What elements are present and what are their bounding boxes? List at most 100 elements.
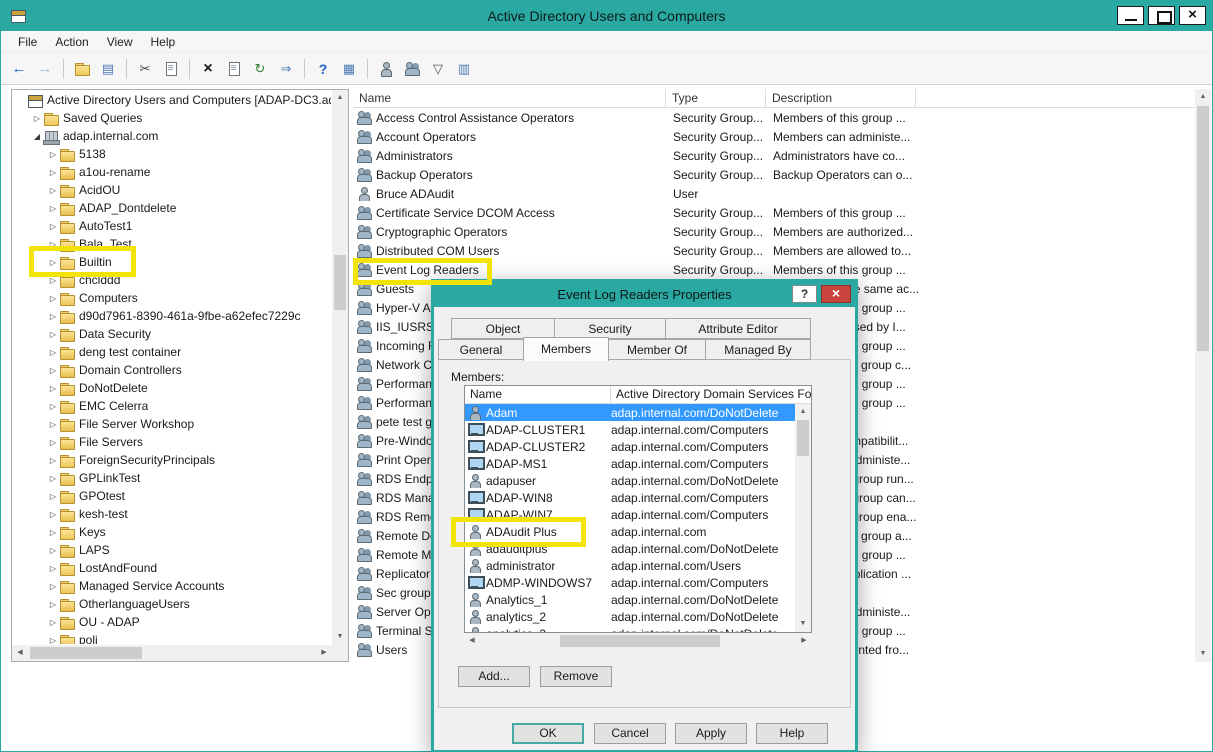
scroll-right-arrow[interactable]: ▶	[316, 645, 332, 661]
expander-icon[interactable]: ▷	[47, 204, 59, 213]
tree-item-otherlanguageusers[interactable]: ▷ OtherlanguageUsers	[13, 595, 331, 613]
expander-icon[interactable]: ▷	[47, 420, 59, 429]
expander-icon[interactable]: ▷	[47, 168, 59, 177]
expander-icon[interactable]: ▷	[47, 276, 59, 285]
expander-icon[interactable]: ▷	[47, 636, 59, 645]
tab-object[interactable]: Object	[451, 318, 555, 339]
tree-item-foreignsecurityprincipals[interactable]: ▷ ForeignSecurityPrincipals	[13, 451, 331, 469]
scroll-thumb[interactable]	[797, 420, 809, 456]
scroll-up-arrow[interactable]: ▲	[332, 90, 348, 106]
members-horizontal-scrollbar[interactable]: ◀ ▶	[464, 633, 812, 649]
tree-item-adap-dontdelete[interactable]: ▷ ADAP_Dontdelete	[13, 199, 331, 217]
tree-item-gplinktest[interactable]: ▷ GPLinkTest	[13, 469, 331, 487]
tree-item-builtin[interactable]: ▷ Builtin	[13, 253, 331, 271]
scroll-down-arrow[interactable]: ▼	[795, 616, 811, 632]
tree-item-saved-queries[interactable]: ▷ Saved Queries	[13, 109, 331, 127]
tab-member-of[interactable]: Member Of	[608, 339, 706, 360]
console-tree-button[interactable]: ▦	[337, 57, 361, 81]
list-vertical-scrollbar[interactable]: ▲ ▼	[1195, 89, 1211, 662]
export-folder-button[interactable]	[70, 57, 94, 81]
copy-button[interactable]	[159, 57, 183, 81]
scroll-down-arrow[interactable]: ▼	[332, 629, 348, 645]
expander-icon[interactable]: ▷	[47, 528, 59, 537]
tree-vertical-scrollbar[interactable]: ▲ ▼	[332, 90, 348, 645]
expander-icon[interactable]: ▷	[47, 222, 59, 231]
expander-icon[interactable]: ◢	[31, 132, 43, 141]
member-row-admp-windows7[interactable]: ADMP-WINDOWS7 adap.internal.com/Computer…	[465, 574, 795, 591]
expander-icon[interactable]: ▷	[47, 366, 59, 375]
member-row-adap-cluster1[interactable]: ADAP-CLUSTER1 adap.internal.com/Computer…	[465, 421, 795, 438]
tree-item-managed-service-accounts[interactable]: ▷ Managed Service Accounts	[13, 577, 331, 595]
scroll-thumb[interactable]	[1197, 106, 1209, 351]
help-button[interactable]: Help	[756, 723, 828, 744]
scroll-thumb[interactable]	[30, 647, 142, 659]
tree-item-file-servers[interactable]: ▷ File Servers	[13, 433, 331, 451]
expander-icon[interactable]: ▷	[47, 618, 59, 627]
advanced-options-button[interactable]: ▥	[452, 57, 476, 81]
tree-item-ou-adap[interactable]: ▷ OU - ADAP	[13, 613, 331, 631]
scroll-up-arrow[interactable]: ▲	[1195, 89, 1211, 105]
scroll-thumb[interactable]	[334, 255, 346, 310]
tree-item-active-directory-users-and-computers-ada[interactable]: Active Directory Users and Computers [AD…	[13, 91, 331, 109]
titlebar[interactable]: Active Directory Users and Computers ×	[1, 1, 1212, 31]
tab-managed-by[interactable]: Managed By	[705, 339, 811, 360]
help-button[interactable]: ?	[311, 57, 335, 81]
column-header-type[interactable]: Type	[666, 89, 766, 107]
member-row-adaudit-plus[interactable]: ADAudit Plus adap.internal.com	[465, 523, 795, 540]
expander-icon[interactable]: ▷	[47, 582, 59, 591]
menu-view[interactable]: View	[98, 31, 142, 53]
tree-item-domain-controllers[interactable]: ▷ Domain Controllers	[13, 361, 331, 379]
expander-icon[interactable]: ▷	[47, 474, 59, 483]
scroll-left-arrow[interactable]: ◀	[464, 633, 480, 649]
menu-help[interactable]: Help	[142, 31, 185, 53]
member-row-analytics-1[interactable]: Analytics_1 adap.internal.com/DoNotDelet…	[465, 591, 795, 608]
menu-file[interactable]: File	[9, 31, 46, 53]
list-row-backup-operators[interactable]: Backup Operators Security Group... Backu…	[353, 165, 1195, 184]
tree-item-keys[interactable]: ▷ Keys	[13, 523, 331, 541]
expander-icon[interactable]: ▷	[47, 402, 59, 411]
scroll-thumb[interactable]	[560, 635, 720, 647]
member-column-name[interactable]: Name	[465, 386, 611, 403]
member-row-adap-win7[interactable]: ADAP-WIN7 adap.internal.com/Computers	[465, 506, 795, 523]
member-column-folder[interactable]: Active Directory Domain Services Folder	[611, 386, 811, 403]
new-user-button[interactable]	[374, 57, 398, 81]
expander-icon[interactable]: ▷	[31, 114, 43, 123]
tree-horizontal-scrollbar[interactable]: ◀ ▶	[12, 645, 332, 661]
list-row-bruce-adaudit[interactable]: Bruce ADAudit User	[353, 184, 1195, 203]
member-row-adapuser[interactable]: adapuser adap.internal.com/DoNotDelete	[465, 472, 795, 489]
expander-icon[interactable]: ▷	[47, 330, 59, 339]
list-row-distributed-com-users[interactable]: Distributed COM Users Security Group... …	[353, 241, 1195, 260]
column-header-description[interactable]: Description	[766, 89, 916, 107]
scroll-left-arrow[interactable]: ◀	[12, 645, 28, 661]
expander-icon[interactable]: ▷	[47, 150, 59, 159]
back-button[interactable]: ←	[7, 57, 31, 81]
tab-members[interactable]: Members	[523, 337, 609, 361]
export-list-button[interactable]: ⇒	[274, 57, 298, 81]
tree-item-acidou[interactable]: ▷ AcidOU	[13, 181, 331, 199]
tree-item-bala-test[interactable]: ▷ Bala_Test	[13, 235, 331, 253]
tree-item-lostandfound[interactable]: ▷ LostAndFound	[13, 559, 331, 577]
ok-button[interactable]: OK	[512, 723, 584, 744]
expander-icon[interactable]: ▷	[47, 258, 59, 267]
tree-item-poli[interactable]: ▷ poli	[13, 631, 331, 644]
tab-attribute-editor[interactable]: Attribute Editor	[665, 318, 811, 339]
member-row-adap-win8[interactable]: ADAP-WIN8 adap.internal.com/Computers	[465, 489, 795, 506]
dialog-titlebar[interactable]: Event Log Readers Properties ? ×	[434, 282, 855, 307]
member-row-analytics-2[interactable]: analytics_2 adap.internal.com/DoNotDelet…	[465, 608, 795, 625]
expander-icon[interactable]: ▷	[47, 312, 59, 321]
scroll-up-arrow[interactable]: ▲	[795, 404, 811, 420]
scroll-right-arrow[interactable]: ▶	[796, 633, 812, 649]
close-button[interactable]: ×	[1179, 6, 1206, 25]
menu-action[interactable]: Action	[46, 31, 97, 53]
expander-icon[interactable]: ▷	[47, 348, 59, 357]
cut-button[interactable]: ✂	[133, 57, 157, 81]
expander-icon[interactable]: ▷	[47, 510, 59, 519]
tree-item-data-security[interactable]: ▷ Data Security	[13, 325, 331, 343]
member-row-analytics-3[interactable]: analytics_3 adap.internal.com/DoNotDelet…	[465, 625, 795, 632]
tree-item-a1ou-rename[interactable]: ▷ a1ou-rename	[13, 163, 331, 181]
members-vertical-scrollbar[interactable]: ▲ ▼	[795, 404, 811, 632]
tree-item-file-server-workshop[interactable]: ▷ File Server Workshop	[13, 415, 331, 433]
expander-icon[interactable]: ▷	[47, 384, 59, 393]
expander-icon[interactable]: ▷	[47, 294, 59, 303]
apply-button[interactable]: Apply	[675, 723, 747, 744]
